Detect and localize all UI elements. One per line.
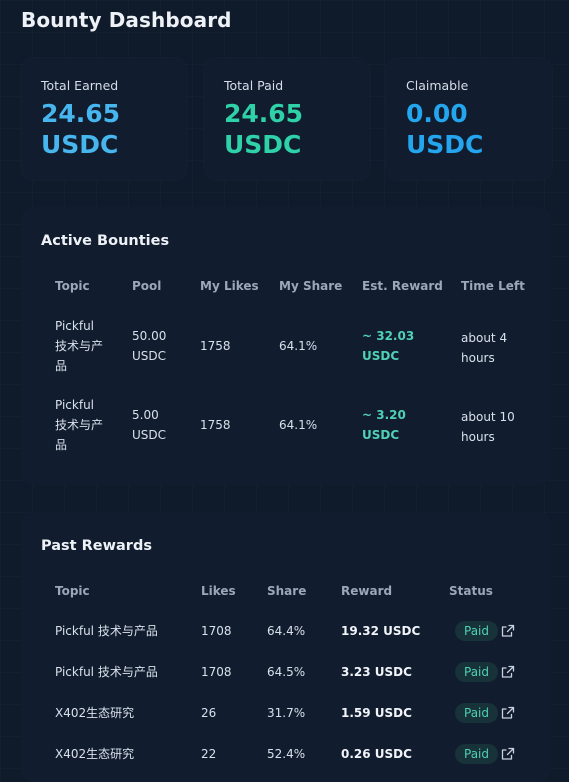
topic-cell: Pickful 技术与产品 xyxy=(55,624,158,638)
column-header: Reward xyxy=(341,584,393,598)
column-header: Share xyxy=(267,584,307,598)
total-paid-card: Total Paid 24.65 USDC xyxy=(204,58,370,180)
claimable-card: Claimable 0.00 USDC xyxy=(386,58,552,180)
status-badge: Paid xyxy=(455,703,499,723)
topic-cell: Pickful 技术与产品 xyxy=(55,665,158,679)
column-header: Time Left xyxy=(461,279,525,293)
status-badge: Paid xyxy=(455,621,499,641)
stat-value: 24.65 USDC xyxy=(224,98,303,160)
topic-line: 技术与产 xyxy=(55,339,104,353)
column-header: Topic xyxy=(55,279,90,293)
reward-cell: 3.23 USDC xyxy=(341,665,412,679)
stat-value: 0.00 USDC xyxy=(406,98,483,160)
past-rewards-card: Past Rewards Topic Likes Share Reward St… xyxy=(21,512,551,782)
stat-amount: 24.65 xyxy=(41,99,121,128)
share-cell: 64.5% xyxy=(267,665,306,679)
external-link-icon[interactable] xyxy=(501,747,515,761)
column-header: Pool xyxy=(132,279,162,293)
external-link-icon[interactable] xyxy=(501,706,515,720)
reward-unit: USDC xyxy=(362,428,400,442)
est-reward-cell: ~ 32.03 USDC xyxy=(362,326,414,366)
stat-unit: USDC xyxy=(224,130,302,159)
past-rewards-title: Past Rewards xyxy=(41,538,152,554)
status-badge: Paid xyxy=(455,744,499,764)
time-line: hours xyxy=(461,351,495,365)
likes-cell: 1708 xyxy=(201,624,232,638)
column-header: Est. Reward xyxy=(362,279,443,293)
topic-cell: Pickful 技术与产 品 xyxy=(55,395,103,455)
column-header: Status xyxy=(449,584,493,598)
column-header: My Likes xyxy=(200,279,259,293)
time-line: about 10 xyxy=(461,410,515,424)
topic-line: Pickful xyxy=(55,398,95,412)
topic-cell: X402生态研究 xyxy=(55,747,135,761)
pool-amount: 5.00 xyxy=(132,408,159,422)
reward-unit: USDC xyxy=(362,349,400,363)
share-cell: 31.7% xyxy=(267,706,306,720)
external-link-icon[interactable] xyxy=(501,624,515,638)
page-title: Bounty Dashboard xyxy=(21,8,232,32)
topic-line: 品 xyxy=(55,438,68,452)
reward-amount: ~ 3.20 xyxy=(362,408,406,422)
column-header: My Share xyxy=(279,279,343,293)
share-cell: 64.4% xyxy=(267,624,306,638)
column-header: Likes xyxy=(201,584,236,598)
pool-cell: 5.00 USDC xyxy=(132,405,166,445)
reward-cell: 0.26 USDC xyxy=(341,747,412,761)
est-reward-cell: ~ 3.20 USDC xyxy=(362,405,406,445)
likes-cell: 26 xyxy=(201,706,217,720)
time-left-cell: about 4 hours xyxy=(461,328,507,368)
status-badge: Paid xyxy=(455,662,499,682)
stat-unit: USDC xyxy=(41,130,119,159)
reward-cell: 1.59 USDC xyxy=(341,706,412,720)
total-earned-card: Total Earned 24.65 USDC xyxy=(21,58,187,180)
time-line: about 4 xyxy=(461,331,508,345)
topic-line: Pickful xyxy=(55,319,95,333)
topic-line: 品 xyxy=(55,359,68,373)
likes-cell: 1708 xyxy=(201,665,232,679)
active-bounties-title: Active Bounties xyxy=(41,233,170,249)
pool-unit: USDC xyxy=(132,349,167,363)
stat-unit: USDC xyxy=(406,130,484,159)
likes-cell: 22 xyxy=(201,747,217,761)
stat-label: Claimable xyxy=(406,78,469,93)
stat-amount: 0.00 xyxy=(406,99,468,128)
likes-cell: 1758 xyxy=(200,418,231,432)
share-cell: 64.1% xyxy=(279,418,318,432)
external-link-icon[interactable] xyxy=(501,665,515,679)
likes-cell: 1758 xyxy=(200,339,231,353)
topic-cell: Pickful 技术与产 品 xyxy=(55,316,103,376)
stat-label: Total Paid xyxy=(224,78,284,93)
pool-amount: 50.00 xyxy=(132,329,167,343)
pool-unit: USDC xyxy=(132,428,167,442)
stat-amount: 24.65 xyxy=(224,99,304,128)
topic-cell: X402生态研究 xyxy=(55,706,135,720)
time-left-cell: about 10 hours xyxy=(461,407,515,447)
active-bounties-card: Active Bounties Topic Pool My Likes My S… xyxy=(21,207,551,485)
column-header: Topic xyxy=(55,584,90,598)
topic-line: 技术与产 xyxy=(55,418,104,432)
reward-cell: 19.32 USDC xyxy=(341,624,421,638)
stat-value: 24.65 USDC xyxy=(41,98,120,160)
stat-label: Total Earned xyxy=(41,78,119,93)
share-cell: 64.1% xyxy=(279,339,318,353)
time-line: hours xyxy=(461,430,495,444)
reward-amount: ~ 32.03 xyxy=(362,329,415,343)
pool-cell: 50.00 USDC xyxy=(132,326,166,366)
share-cell: 52.4% xyxy=(267,747,306,761)
